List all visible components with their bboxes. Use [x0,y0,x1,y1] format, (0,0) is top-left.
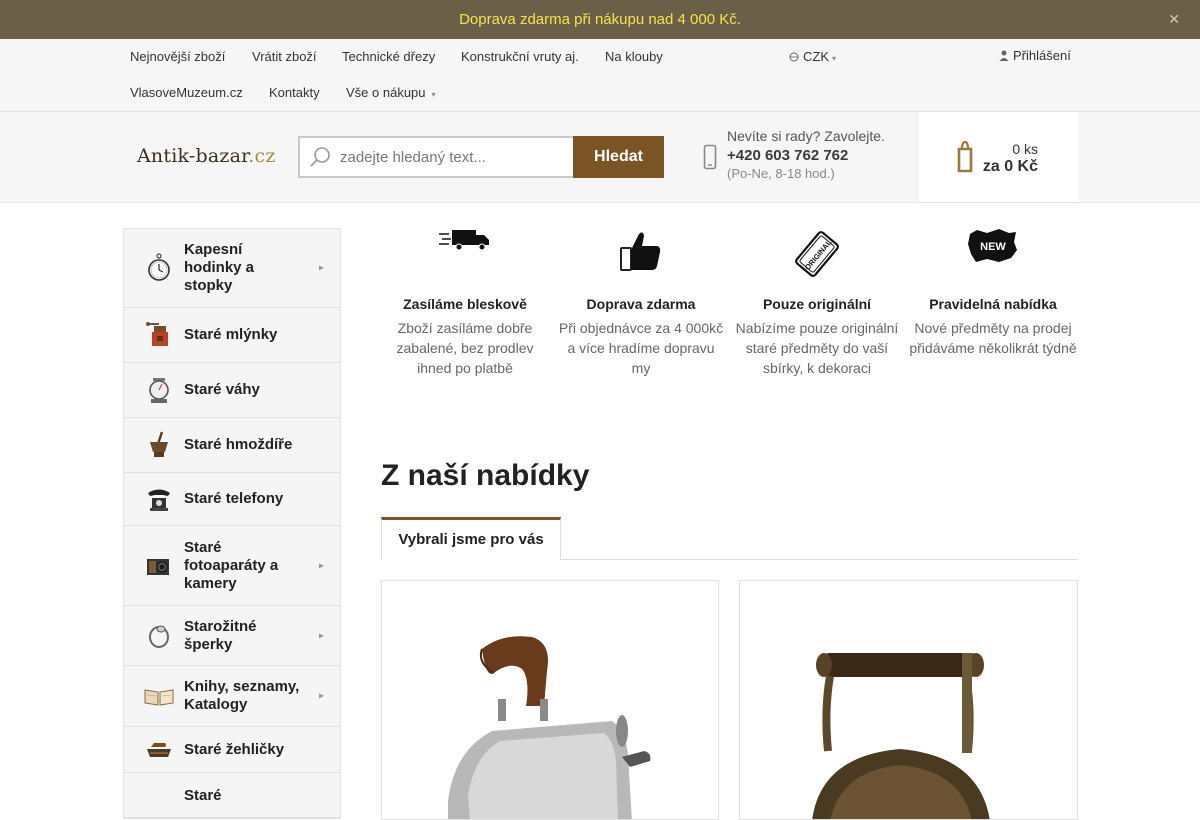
benefit-title: Pravidelná nabídka [929,296,1057,312]
product-image[interactable] [740,581,1078,820]
tab-selected-for-you[interactable]: Vybrali jsme pro vás [381,517,561,560]
sidebar-item-grinders[interactable]: Staré mlýnky [124,308,340,363]
close-icon[interactable]: ✕ [1168,0,1180,39]
currency-label: CZK [803,49,829,64]
cart-count: 0 ks [1012,141,1038,157]
contact-question: Nevíte si rady? Zavolejte. [727,128,885,144]
logo-main: Antik-bazar [137,145,249,167]
nav-link-hair-museum[interactable]: VlasoveMuzeum.cz [130,85,243,100]
product-card[interactable] [739,580,1078,820]
sidebar-item-telephones[interactable]: Staré telefony [124,473,340,526]
chevron-down-icon: ▾ [431,90,436,99]
cart-widget[interactable]: 0 ks za 0 Kč [919,112,1078,202]
offer-tabs: Vybrali jsme pro vás [381,517,1078,560]
sidebar-item-books[interactable]: Knihy, seznamy, Katalogy ▸ [124,666,340,727]
category-sidebar: Kapesní hodinky a stopky ▸ Staré mlýnky … [123,228,341,819]
nav-link-technical-sinks[interactable]: Technické dřezy [342,49,435,64]
original-stamp-icon: ORIGINAL [733,228,901,286]
nav-link-contacts[interactable]: Kontakty [269,85,320,100]
nav-link-shopping-info[interactable]: Vše o nákupu ▾ [346,85,436,100]
sidebar-item-scales[interactable]: Staré váhy [124,363,340,418]
chevron-right-icon: ▸ [318,630,324,641]
search-button[interactable]: Hledat [573,136,664,178]
pocket-watch-icon [148,253,170,281]
chevron-down-icon: ▾ [832,54,837,63]
benefit-title: Doprava zdarma [586,296,696,312]
sidebar-item-label: Staré hmoždíře [184,436,293,453]
new-badge-icon: NEW [909,228,1077,286]
phone-icon [703,144,717,175]
sidebar-item-label: Staré váhy [184,381,260,398]
ring-icon [149,625,169,648]
globe-icon [789,52,799,62]
top-navigation: Nejnovější zboží Vrátit zboží Technické … [0,39,1200,112]
currency-selector[interactable]: CZK ▾ [789,49,836,64]
iron-icon [147,742,171,757]
sidebar-item-irons[interactable]: Staré žehličky [124,727,340,773]
truck-icon [381,228,549,286]
sidebar-item-cameras[interactable]: Staré fotoaparáty a kamery ▸ [124,526,340,606]
sidebar-item-label: Staré žehličky [184,740,285,758]
cart-total: za 0 Kč [982,158,1038,175]
contact-phone[interactable]: +420 603 762 762 [727,147,885,164]
benefit-original-only: ORIGINAL Pouze originální Nabízíme pouze… [733,228,901,378]
benefit-description: Nové předměty na prodej přidáváme několi… [909,320,1077,356]
sidebar-item-label: Knihy, seznamy, Katalogy [184,678,300,713]
benefit-title: Zasíláme bleskově [403,296,527,312]
logo-tld: .cz [248,145,276,167]
nav-link-shopping-info-label: Vše o nákupu [346,85,426,100]
search-input[interactable] [340,148,560,166]
user-icon [999,50,1009,61]
sidebar-item-label: Kapesní hodinky a stopky [184,241,255,294]
chevron-right-icon: ▸ [318,262,324,274]
benefit-description: Zboží zasíláme dobře zabalené, bez prodl… [396,320,534,376]
contact-hours: (Po-Ne, 8-18 hod.) [727,166,835,181]
scale-icon [149,378,169,403]
benefit-fast-shipping: Zasíláme bleskově Zboží zasíláme dobře z… [381,228,549,378]
camera-icon [147,558,169,575]
benefit-description: Při objednávce za 4 000kč a více hradíme… [558,320,724,376]
benefit-title: Pouze originální [762,296,872,312]
nav-link-returns[interactable]: Vrátit zboží [252,49,317,64]
shopping-bag-icon [957,139,973,178]
book-icon [144,689,174,706]
benefit-regular-offer: NEW Pravidelná nabídka Nové předměty na … [909,228,1077,358]
coffee-grinder-icon [146,322,168,346]
contact-info: Nevíte si rady? Zavolejte. +420 603 762 … [727,128,885,181]
site-logo[interactable]: Antik-bazar.cz [137,145,276,167]
site-header: Antik-bazar.cz Hledat Nevíte si rady? Za… [0,112,1200,203]
chevron-right-icon: ▸ [318,690,324,702]
nav-link-hinges[interactable]: Na klouby [605,49,663,64]
sidebar-item-label: Staré telefony [184,490,284,507]
product-image[interactable] [382,581,719,820]
search-form: Hledat [298,136,664,178]
search-box [298,136,573,178]
sidebar-item-label: Staré [184,787,222,804]
benefit-free-delivery: Doprava zdarma Při objednávce za 4 000kč… [557,228,725,378]
sidebar-item-pocket-watches[interactable]: Kapesní hodinky a stopky ▸ [124,229,340,308]
svg-text:NEW: NEW [980,241,1006,253]
sidebar-item-jewelry[interactable]: Starožitné šperky ▸ [124,606,340,666]
sidebar-item-label: Staré fotoaparáty a kamery [184,538,279,592]
promo-bar: Doprava zdarma při nákupu nad 4 000 Kč. … [0,0,1200,39]
nav-link-screws[interactable]: Konstrukční vruty aj. [461,49,579,64]
login-link[interactable]: Přihlášení [999,48,1071,63]
search-icon [300,146,340,168]
benefit-description: Nabízíme pouze originální staré předměty… [735,320,899,376]
product-card[interactable] [381,580,719,820]
promo-text: Doprava zdarma při nákupu nad 4 000 Kč. [459,11,741,28]
sidebar-item-label: Staré mlýnky [184,326,278,343]
thumbs-up-icon [557,228,725,286]
chevron-right-icon: ▸ [318,560,324,571]
mortar-icon [150,431,168,457]
telephone-icon [148,489,170,511]
sidebar-item-label: Starožitné šperky [184,617,257,653]
sidebar-item-mortars[interactable]: Staré hmoždíře [124,418,340,473]
section-title: Z naší nabídky [381,459,590,492]
login-label: Přihlášení [1013,48,1071,63]
sidebar-item-misc[interactable]: Staré [124,773,340,819]
nav-link-newest[interactable]: Nejnovější zboží [130,49,225,64]
